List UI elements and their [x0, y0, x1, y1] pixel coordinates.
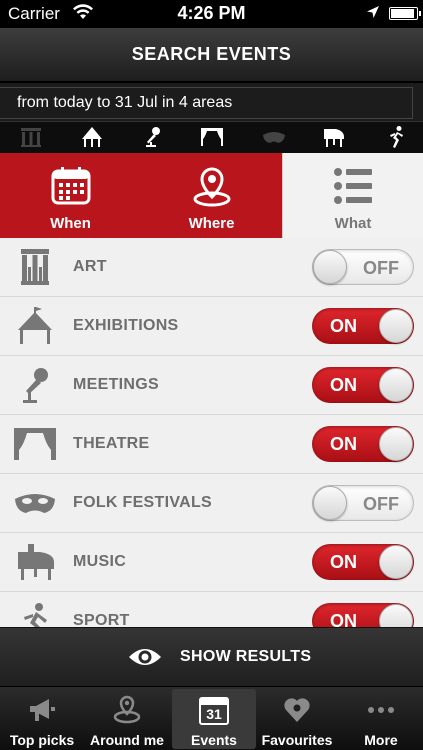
toggle-knob — [313, 486, 347, 520]
folk-festivals-icon — [15, 494, 55, 513]
tab-where[interactable]: Where — [141, 153, 282, 238]
around-me-icon — [113, 695, 141, 724]
battery-icon — [389, 7, 421, 20]
clock: 4:26 PM — [177, 3, 246, 23]
category-label: THEATRE — [73, 435, 150, 452]
location-pin-icon — [193, 167, 230, 207]
calendar-icon — [51, 167, 90, 205]
category-row-art: ART OFF — [0, 238, 423, 297]
meetings-icon — [142, 125, 166, 149]
tab-top-picks[interactable]: Top picks — [0, 689, 84, 749]
list-icon — [334, 168, 372, 204]
toggle-knob — [379, 368, 413, 402]
search-summary-bar[interactable]: from today to 31 Jul in 4 areas — [0, 83, 423, 121]
tab-more-label: More — [364, 732, 398, 748]
music-toggle[interactable]: ON — [312, 544, 414, 580]
exhibitions-icon — [18, 307, 52, 344]
sport-toggle[interactable]: ON — [312, 603, 414, 627]
toggle-state: ON — [330, 552, 357, 572]
art-icon — [19, 125, 43, 149]
theatre-icon — [200, 125, 224, 149]
more-icon — [368, 707, 394, 713]
theatre-toggle[interactable]: ON — [312, 426, 414, 462]
category-row-sport: SPORT ON — [0, 592, 423, 627]
toggle-knob — [379, 427, 413, 461]
category-row-exhibitions: EXHIBITIONS ON — [0, 297, 423, 356]
tab-more[interactable]: More — [339, 689, 423, 749]
tab-where-label: Where — [188, 215, 235, 232]
sport-icon — [24, 603, 47, 627]
toggle-state: ON — [330, 375, 357, 395]
art-icon — [21, 249, 49, 285]
meetings-icon — [23, 368, 48, 403]
theatre-icon — [14, 428, 56, 460]
tab-what-label: What — [334, 215, 372, 232]
toggle-knob — [379, 309, 413, 343]
tab-around-me-label: Around me — [90, 732, 164, 748]
category-label: EXHIBITIONS — [73, 317, 179, 334]
category-row-meetings: MEETINGS ON — [0, 356, 423, 415]
meetings-toggle[interactable]: ON — [312, 367, 414, 403]
show-results-label: SHOW RESULTS — [180, 648, 312, 665]
category-label: FOLK FESTIVALS — [73, 494, 213, 511]
toggle-knob — [313, 250, 347, 284]
tab-favourites[interactable]: Favourites — [255, 689, 339, 749]
toggle-state: ON — [330, 434, 357, 454]
exhibitions-toggle[interactable]: ON — [312, 308, 414, 344]
eye-icon — [129, 649, 161, 665]
nav-header: SEARCH EVENTS — [0, 28, 423, 82]
category-label: ART — [73, 258, 107, 275]
status-bar: Carrier 4:26 PM — [0, 0, 423, 28]
toggle-knob — [379, 545, 413, 579]
heart-icon — [284, 698, 310, 722]
exhibitions-icon — [80, 125, 104, 149]
search-summary-text: from today to 31 Jul in 4 areas — [17, 94, 233, 111]
toggle-state: ON — [330, 316, 357, 336]
category-list: ART OFF EXHIBITIONS ON MEETINGS ON THEAT… — [0, 238, 423, 627]
toggle-knob — [379, 604, 413, 627]
location-arrow-icon — [367, 6, 379, 18]
megaphone-icon — [30, 699, 55, 721]
show-results-button[interactable]: SHOW RESULTS — [0, 627, 423, 686]
sport-icon — [384, 125, 408, 149]
tab-around-me[interactable]: Around me — [85, 689, 169, 749]
music-icon — [18, 544, 54, 580]
tab-when[interactable]: When — [0, 153, 141, 238]
folk-festivals-toggle[interactable]: OFF — [312, 485, 414, 521]
calendar-day: 31 — [206, 706, 222, 722]
page-title: SEARCH EVENTS — [131, 44, 292, 64]
music-icon — [322, 125, 346, 149]
selected-categories-strip — [0, 121, 423, 153]
calendar-icon: 31 — [199, 697, 229, 725]
art-toggle[interactable]: OFF — [312, 249, 414, 285]
category-row-music: MUSIC ON — [0, 533, 423, 592]
category-row-theatre: THEATRE ON — [0, 415, 423, 474]
toggle-state: OFF — [363, 258, 399, 278]
category-label: MUSIC — [73, 553, 127, 570]
tab-what[interactable]: What — [282, 153, 423, 238]
category-label: SPORT — [73, 612, 130, 627]
tab-events-label: Events — [191, 732, 237, 748]
toggle-state: OFF — [363, 494, 399, 514]
bottom-tab-bar: Top picks Around me 31 Events Favourites… — [0, 686, 423, 750]
toggle-state: ON — [330, 611, 357, 627]
search-tabs: When Where What — [0, 153, 423, 238]
tab-events[interactable]: 31 Events — [172, 689, 256, 749]
tab-when-label: When — [50, 215, 91, 232]
tab-favourites-label: Favourites — [261, 732, 333, 748]
category-label: MEETINGS — [73, 376, 159, 393]
tab-top-picks-label: Top picks — [9, 732, 75, 748]
folk-festivals-icon — [262, 125, 286, 149]
category-row-folk-festivals: FOLK FESTIVALS OFF — [0, 474, 423, 533]
